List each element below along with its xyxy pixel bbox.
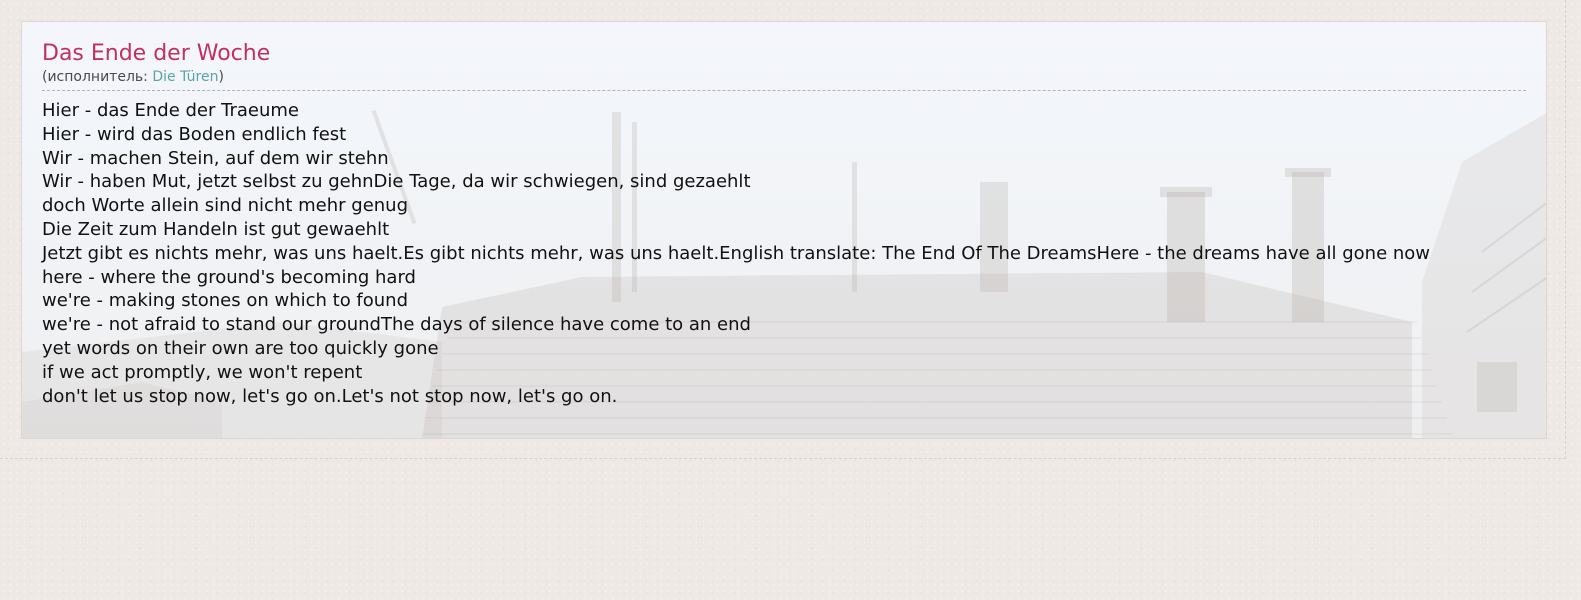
lyric-line: don't let us stop now, let's go on.Let's… [42,385,618,407]
lyric-line: Jetzt gibt es nichts mehr, was uns haelt… [42,242,1431,264]
lyric-line: yet words on their own are too quickly g… [42,337,439,359]
lyrics-text: Hier - das Ende der Traeume Hier - wird … [42,99,1526,408]
lyric-line: Wir - haben Mut, jetzt selbst zu gehnDie… [42,171,751,193]
lyric-line: Wir - machen Stein, auf dem wir stehn [42,147,389,169]
lyric-line: doch Worte allein sind nicht mehr genug [42,195,409,217]
lyric-line: here - where the ground's becoming hard [42,266,416,288]
lyric-line: Hier - das Ende der Traeume [42,100,300,121]
lyric-line: Hier - wird das Boden endlich fest [42,123,347,145]
lyric-line: we're - making stones on which to found [42,290,409,312]
song-card: Das Ende der Woche (исполнитель: Die Tür… [21,21,1547,439]
song-title: Das Ende der Woche [42,41,271,66]
lyric-line: Die Zeit zum Handeln ist gut gewaehlt [42,218,390,240]
lyric-line: we're - not afraid to stand our groundTh… [42,314,751,336]
performer-link[interactable]: Die Türen [152,69,218,85]
song-content: Das Ende der Woche (исполнитель: Die Tür… [22,22,1546,408]
performer-suffix: ) [218,69,224,85]
performer-prefix: (исполнитель: [42,69,153,85]
performer-line: (исполнитель: Die Türen) [42,68,1526,91]
lyric-line: if we act promptly, we won't repent [42,361,363,383]
